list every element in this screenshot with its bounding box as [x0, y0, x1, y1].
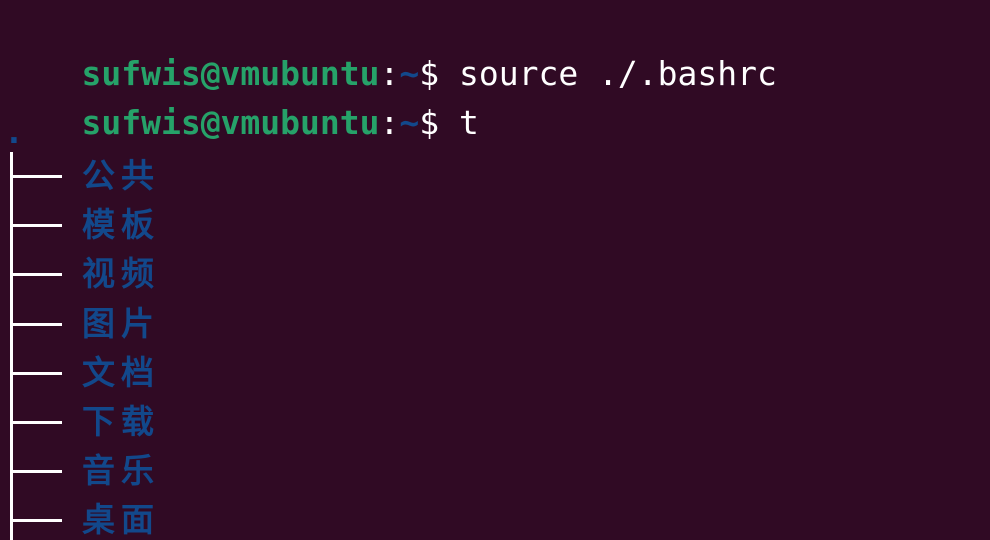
terminal-window[interactable]: sufwis@vmubuntu:~$ source ./.bashrc sufw…	[0, 0, 990, 540]
directory-name: 公共	[82, 156, 160, 195]
prompt-user-host: sufwis@vmubuntu	[81, 103, 380, 142]
tree-branch-line	[10, 421, 62, 424]
prompt-line-2: sufwis@vmubuntu:~$ t	[2, 54, 478, 142]
prompt-dollar: $	[419, 103, 440, 142]
directory-name: 图片	[82, 304, 160, 343]
tree-branch-line	[10, 273, 62, 276]
directory-name: 桌面	[82, 500, 160, 539]
prompt-line-1: sufwis@vmubuntu:~$ source ./.bashrc	[2, 5, 776, 93]
tree-branch-line	[10, 519, 62, 522]
prompt-path: ~	[399, 103, 420, 142]
tree-branch-line	[10, 372, 62, 375]
tree-branch-line	[10, 175, 62, 178]
tree-root: .	[4, 112, 24, 151]
directory-name: 下载	[82, 402, 160, 441]
tree-trunk-line	[10, 152, 13, 540]
directory-name: 文档	[82, 353, 160, 392]
tree-branch-line	[10, 323, 62, 326]
tree-branch-line	[10, 224, 62, 227]
directory-name: 音乐	[82, 451, 160, 490]
command-text: t	[439, 103, 479, 142]
directory-name: 模板	[82, 205, 160, 244]
command-text: source ./.bashrc	[439, 54, 777, 93]
tree-branch-line	[10, 470, 62, 473]
prompt-separator: :	[379, 103, 400, 142]
directory-name: 视频	[82, 254, 160, 293]
